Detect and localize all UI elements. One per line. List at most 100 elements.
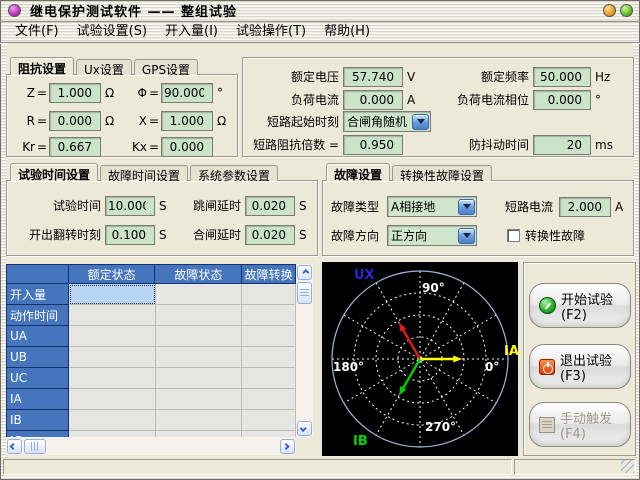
- table-cell[interactable]: [69, 347, 156, 368]
- table-cell[interactable]: [69, 410, 156, 431]
- convert-fault-checkbox[interactable]: [507, 229, 520, 242]
- actions-panel: 开始试验(F2) 退出试验(F3) 手动触发(F4): [523, 262, 636, 456]
- menu-help[interactable]: 帮助(H): [315, 22, 379, 42]
- load-phase-field[interactable]: [533, 90, 591, 110]
- table-cell[interactable]: [156, 389, 243, 410]
- fault-direction-value: 正方向: [388, 227, 458, 244]
- output-flip-label: 开出翻转时刻: [7, 226, 101, 243]
- x-field[interactable]: [161, 111, 213, 131]
- menu-test-operation[interactable]: 试验操作(T): [227, 22, 315, 42]
- start-orb-icon: [539, 297, 556, 314]
- dropdown-arrow-button[interactable]: [458, 199, 475, 215]
- fault-panel: 故障设置 转换性故障设置 故障类型 A相接地 短路电流 A 故障方向 正方向 转…: [322, 163, 634, 256]
- minimize-button[interactable]: [603, 4, 616, 17]
- table-cell[interactable]: [156, 326, 243, 347]
- column-header[interactable]: 故障转换: [242, 265, 296, 284]
- z-label: Z: [7, 86, 35, 100]
- close-delay-unit: S: [295, 228, 307, 242]
- phasor-grid: [322, 262, 518, 456]
- scroll-down-button[interactable]: [297, 421, 312, 436]
- rated-freq-field[interactable]: [533, 67, 591, 87]
- tab-test-time-settings[interactable]: 试验时间设置: [10, 163, 98, 181]
- window-menu-orb-icon[interactable]: [8, 4, 21, 17]
- table-cell[interactable]: [156, 347, 243, 368]
- scroll-right-button[interactable]: [280, 439, 295, 454]
- table-cell[interactable]: [242, 368, 296, 389]
- table-cell[interactable]: [69, 305, 156, 326]
- close-button[interactable]: [620, 4, 633, 17]
- start-test-button[interactable]: 开始试验(F2): [529, 283, 631, 328]
- dropdown-arrow-button[interactable]: [412, 114, 429, 130]
- horizontal-scroll-thumb[interactable]: [24, 439, 46, 454]
- z-field[interactable]: [49, 83, 101, 103]
- column-header[interactable]: 故障状态: [155, 265, 242, 284]
- phasor-diagram: 90° 0° 180° 270° UX IA IB: [322, 262, 518, 456]
- r-label: R: [7, 114, 35, 128]
- menu-test-settings[interactable]: 试验设置(S): [68, 22, 156, 42]
- resize-grip[interactable]: [621, 460, 634, 473]
- debounce-field[interactable]: [533, 135, 591, 155]
- table-cell[interactable]: [242, 284, 296, 305]
- row-header: IA: [7, 389, 69, 410]
- equals-sign: =: [147, 114, 161, 128]
- table-cell[interactable]: [69, 326, 156, 347]
- row-header: UC: [7, 368, 69, 389]
- rated-freq-unit: Hz: [591, 70, 610, 84]
- rated-voltage-field[interactable]: [343, 67, 403, 87]
- scroll-up-button[interactable]: [297, 265, 312, 280]
- phi-field[interactable]: [161, 83, 213, 103]
- vertical-scroll-thumb[interactable]: [297, 282, 312, 304]
- output-flip-field[interactable]: [105, 225, 155, 245]
- close-delay-field[interactable]: [245, 225, 295, 245]
- thumb-grip-icon: [31, 442, 40, 451]
- load-phase-unit: °: [591, 93, 601, 107]
- table-cell[interactable]: [156, 305, 243, 326]
- kr-field[interactable]: [49, 137, 101, 157]
- table-cell[interactable]: [242, 326, 296, 347]
- impedance-mult-label: 短路阻抗倍数 =: [243, 136, 339, 153]
- dropdown-arrow-button[interactable]: [458, 228, 475, 244]
- rated-voltage-label: 额定电压: [243, 68, 339, 85]
- scroll-left-button[interactable]: [7, 439, 22, 454]
- table-cell[interactable]: [69, 389, 156, 410]
- table-cell[interactable]: [242, 410, 296, 431]
- table-cell-selected[interactable]: [69, 284, 156, 305]
- tab-fault-settings[interactable]: 故障设置: [326, 163, 390, 181]
- menu-binary-input[interactable]: 开入量(I): [156, 22, 227, 42]
- test-time-field[interactable]: [105, 196, 155, 216]
- short-current-unit: A: [611, 200, 623, 214]
- table-cell[interactable]: [69, 368, 156, 389]
- horizontal-scrollbar[interactable]: [6, 437, 296, 455]
- angle-label-0: 0°: [485, 360, 499, 374]
- kx-field[interactable]: [161, 137, 213, 157]
- short-start-dropdown[interactable]: 合闸角随机: [343, 111, 431, 132]
- tab-gps-settings[interactable]: GPS设置: [134, 59, 198, 75]
- table-cell[interactable]: [156, 368, 243, 389]
- trip-delay-field[interactable]: [245, 196, 295, 216]
- tab-impedance-settings[interactable]: 阻抗设置: [10, 57, 74, 75]
- timing-tabs: 试验时间设置 故障时间设置 系统参数设置: [10, 163, 280, 181]
- tab-system-param-settings[interactable]: 系统参数设置: [190, 165, 278, 181]
- impedance-mult-field[interactable]: [343, 135, 403, 155]
- column-header[interactable]: 额定状态: [69, 265, 156, 284]
- short-current-field[interactable]: [559, 197, 611, 217]
- exit-test-button[interactable]: 退出试验(F3): [529, 344, 631, 389]
- phi-unit: °: [213, 86, 223, 100]
- load-current-field[interactable]: [343, 90, 403, 110]
- equals-sign: =: [35, 114, 49, 128]
- equals-sign: =: [147, 140, 161, 154]
- table-cell[interactable]: [156, 284, 243, 305]
- tab-fault-time-settings[interactable]: 故障时间设置: [100, 165, 188, 181]
- table-cell[interactable]: [156, 410, 243, 431]
- table-cell[interactable]: [242, 305, 296, 326]
- tab-convert-fault-settings[interactable]: 转换性故障设置: [392, 165, 492, 181]
- table-cell[interactable]: [242, 389, 296, 410]
- vertical-scrollbar[interactable]: [296, 264, 313, 437]
- r-field[interactable]: [49, 111, 101, 131]
- fault-type-dropdown[interactable]: A相接地: [387, 196, 477, 217]
- tab-ux-settings[interactable]: Ux设置: [76, 59, 132, 75]
- close-delay-label: 合闸延时: [169, 226, 241, 243]
- menu-file[interactable]: 文件(F): [6, 22, 68, 42]
- table-cell[interactable]: [242, 347, 296, 368]
- fault-direction-dropdown[interactable]: 正方向: [387, 225, 477, 246]
